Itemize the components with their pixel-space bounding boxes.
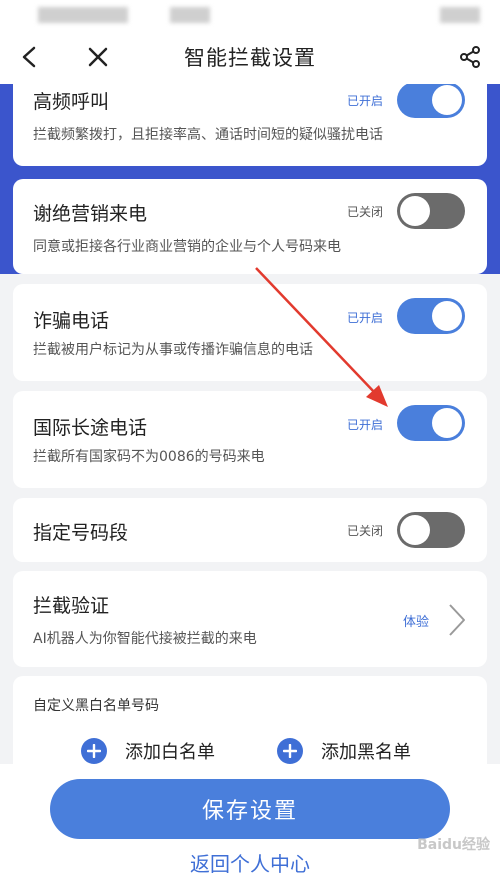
status-bar-blur-middle — [170, 7, 210, 23]
navigation-bar: 智能拦截设置 — [0, 30, 500, 84]
share-icon — [460, 46, 480, 68]
setting-description: 拦截所有国家码不为0086的号码来电 — [33, 449, 265, 465]
watermark-logo: Baidu经验 — [417, 837, 490, 853]
setting-title: 国际长途电话 — [33, 417, 148, 439]
add-blacklist-button[interactable]: 添加黑名单 — [277, 738, 411, 764]
page-title: 智能拦截设置 — [184, 46, 316, 70]
setting-state-label: 已关闭 — [347, 524, 384, 538]
verify-action-label[interactable]: 体验 — [403, 611, 429, 630]
setting-state-label: 已关闭 — [347, 205, 384, 219]
setting-card-marketing: 谢绝营销来电 同意或拒接各行业商业营销的企业与个人号码来电 已关闭 — [13, 179, 487, 274]
high-frequency-toggle[interactable] — [397, 84, 465, 118]
add-whitelist-label: 添加白名单 — [125, 742, 215, 763]
back-button[interactable] — [14, 41, 46, 73]
share-button[interactable] — [454, 41, 486, 73]
settings-list[interactable]: 高频呼叫 拦截频繁拨打，且拒接率高、通话时间短的疑似骚扰电话 已开启 谢绝营销来… — [0, 84, 500, 764]
toggle-knob — [400, 515, 430, 545]
setting-description: 拦截被用户标记为从事或传播诈骗信息的电话 — [33, 342, 313, 358]
add-whitelist-button[interactable]: 添加白名单 — [81, 738, 215, 764]
close-icon — [88, 47, 108, 67]
setting-description: 拦截频繁拨打，且拒接率高、通话时间短的疑似骚扰电话 — [33, 127, 383, 143]
plus-icon — [81, 738, 107, 764]
custom-list-title: 自定义黑白名单号码 — [33, 698, 159, 714]
marketing-toggle[interactable] — [397, 193, 465, 229]
toggle-knob — [432, 85, 462, 115]
add-blacklist-label: 添加黑名单 — [321, 742, 411, 763]
setting-card-international: 国际长途电话 拦截所有国家码不为0086的号码来电 已开启 — [13, 391, 487, 488]
setting-description: 同意或拒接各行业商业营销的企业与个人号码来电 — [33, 239, 341, 255]
international-toggle[interactable] — [397, 405, 465, 441]
setting-state-label: 已开启 — [347, 418, 384, 432]
setting-title: 诈骗电话 — [33, 310, 110, 332]
back-arrow-icon — [22, 46, 36, 68]
chevron-right-icon — [449, 604, 465, 636]
number-range-toggle[interactable] — [397, 512, 465, 548]
setting-state-label: 已开启 — [347, 311, 384, 325]
close-button[interactable] — [82, 41, 114, 73]
bottom-action-bar: 保存设置 返回个人中心 — [0, 764, 500, 889]
toggle-knob — [400, 196, 430, 226]
verify-description: AI机器人为你智能代接被拦截的来电 — [33, 631, 257, 647]
custom-list-card: 自定义黑白名单号码 添加白名单 添加黑名单 — [13, 676, 487, 764]
verify-card[interactable]: 拦截验证 AI机器人为你智能代接被拦截的来电 体验 — [13, 571, 487, 667]
setting-title: 高频呼叫 — [33, 91, 110, 113]
setting-card-fraud: 诈骗电话 拦截被用户标记为从事或传播诈骗信息的电话 已开启 — [13, 284, 487, 381]
save-settings-button[interactable]: 保存设置 — [50, 779, 450, 839]
status-bar — [0, 0, 500, 30]
setting-title: 谢绝营销来电 — [33, 203, 148, 225]
setting-title: 指定号码段 — [33, 522, 129, 544]
status-bar-blur-right — [440, 7, 480, 23]
toggle-knob — [432, 301, 462, 331]
setting-card-number-range: 指定号码段 已关闭 — [13, 498, 487, 562]
status-bar-blur-left — [38, 7, 128, 23]
toggle-knob — [432, 408, 462, 438]
plus-icon — [277, 738, 303, 764]
verify-title: 拦截验证 — [33, 595, 110, 617]
setting-state-label: 已开启 — [347, 94, 384, 108]
setting-card-high-frequency: 高频呼叫 拦截频繁拨打，且拒接率高、通话时间短的疑似骚扰电话 已开启 — [13, 84, 487, 166]
fraud-toggle[interactable] — [397, 298, 465, 334]
